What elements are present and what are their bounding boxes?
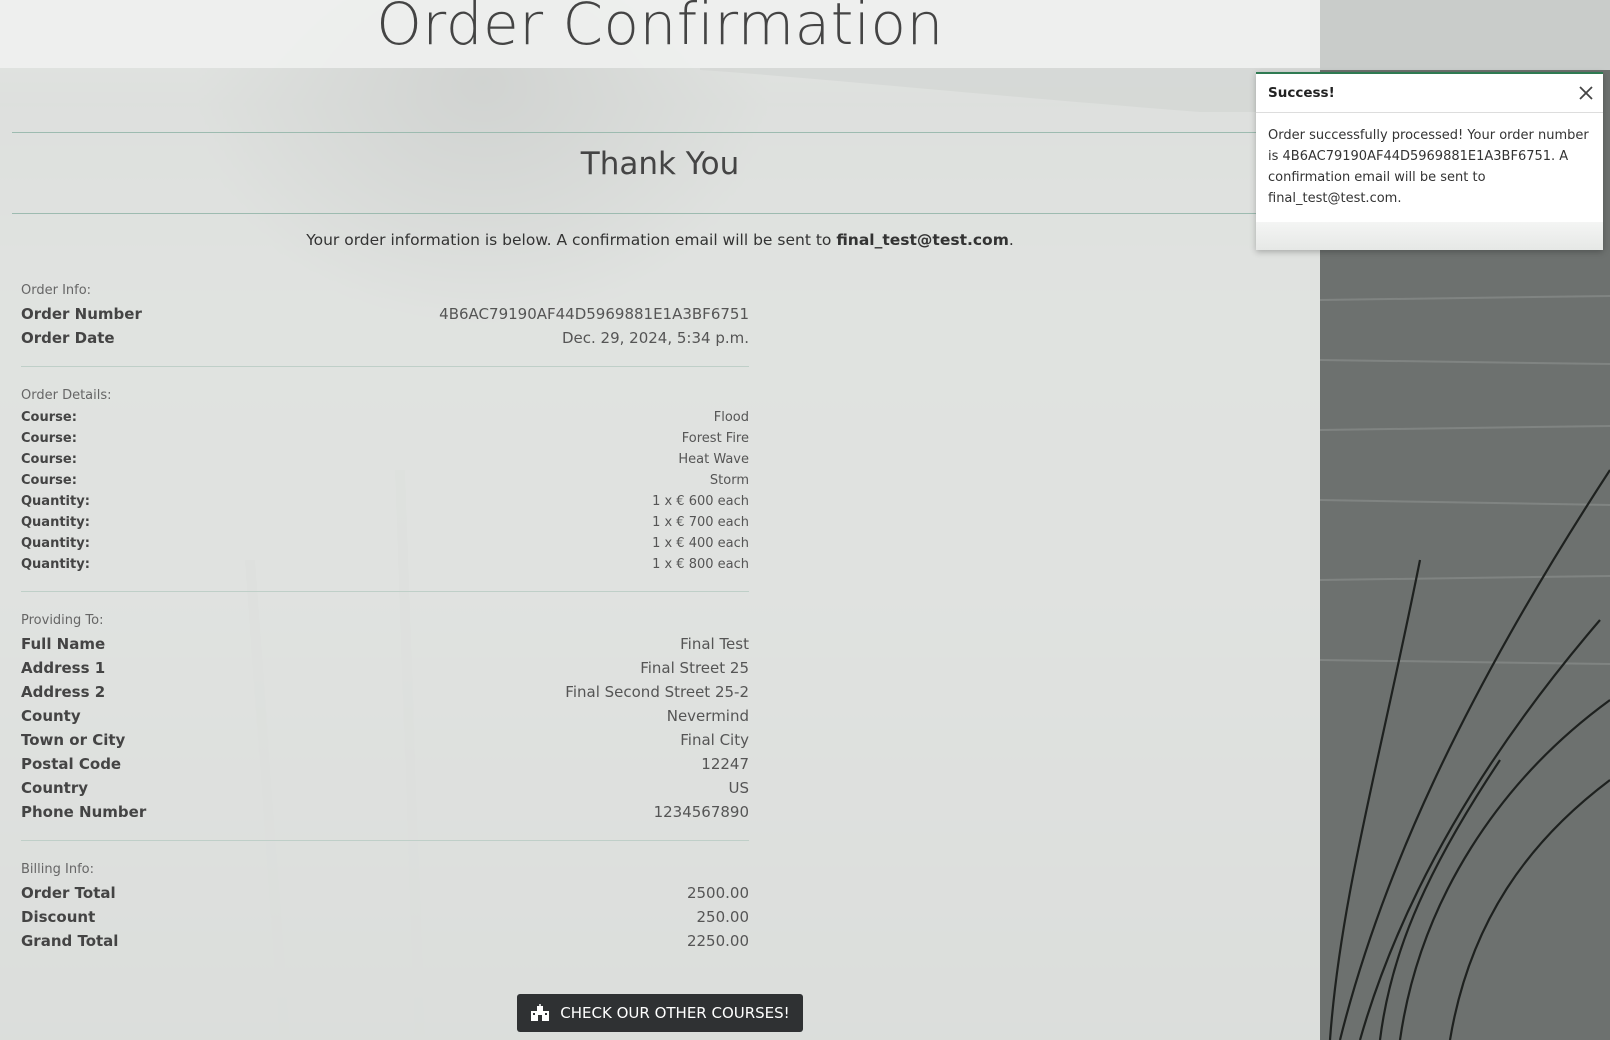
row-value: 1 x € 600 each	[652, 494, 749, 509]
order-detail-row: Quantity: 1 x € 600 each	[21, 494, 749, 516]
providing-row: Address 2 Final Second Street 25-2	[21, 683, 749, 705]
row-value: 1234567890	[653, 803, 749, 821]
intro-email: final_test@test.com	[836, 231, 1009, 249]
row-value: 1 x € 700 each	[652, 515, 749, 530]
row-key: Full Name	[21, 635, 106, 653]
toast-footer	[1256, 222, 1603, 250]
row-key: Course:	[21, 431, 77, 446]
order-detail-row: Quantity: 1 x € 800 each	[21, 557, 749, 579]
row-key: County	[21, 707, 81, 725]
row-key: Grand Total	[21, 932, 119, 950]
row-key: Address 2	[21, 683, 106, 701]
row-value: 4B6AC79190AF44D5969881E1A3BF6751	[439, 305, 749, 323]
row-value: Dec. 29, 2024, 5:34 p.m.	[561, 329, 749, 347]
row-value: 1 x € 800 each	[652, 557, 749, 572]
divider-below-heading	[12, 213, 1320, 214]
row-key: Postal Code	[21, 755, 122, 773]
row-value: 1 x € 400 each	[652, 536, 749, 551]
billing-row: Order Total 2500.00	[21, 884, 749, 906]
providing-row: County Nevermind	[21, 707, 749, 729]
providing-row: Country US	[21, 779, 749, 801]
order-detail-row: Quantity: 1 x € 700 each	[21, 515, 749, 537]
row-key: Order Total	[21, 884, 116, 902]
close-icon[interactable]	[1575, 82, 1597, 104]
order-info-label: Order Info:	[21, 283, 92, 298]
row-key: Phone Number	[21, 803, 147, 821]
row-key: Course:	[21, 410, 77, 425]
row-key: Town or City	[21, 731, 126, 749]
intro-prefix: Your order information is below. A confi…	[306, 231, 837, 249]
section-divider	[21, 840, 749, 841]
row-key: Quantity:	[21, 557, 90, 572]
order-detail-row: Course: Flood	[21, 410, 749, 432]
order-info-row: Order Number 4B6AC79190AF44D5969881E1A3B…	[21, 305, 749, 327]
order-details-label: Order Details:	[21, 388, 112, 403]
intro-text: Your order information is below. A confi…	[0, 231, 1320, 249]
row-value: Nevermind	[666, 707, 749, 725]
row-key: Course:	[21, 452, 77, 467]
billing-row: Discount 250.00	[21, 908, 749, 930]
row-key: Quantity:	[21, 515, 90, 530]
order-detail-row: Quantity: 1 x € 400 each	[21, 536, 749, 558]
row-value: Flood	[713, 410, 749, 425]
billing-row: Grand Total 2250.00	[21, 932, 749, 954]
row-value: 2500.00	[686, 884, 749, 902]
row-key: Address 1	[21, 659, 106, 677]
cta-label: CHECK OUR OTHER COURSES!	[560, 1004, 790, 1022]
row-key: Quantity:	[21, 494, 90, 509]
school-building-icon	[530, 1004, 550, 1022]
divider-top	[12, 132, 1320, 133]
row-value: Final City	[680, 731, 749, 749]
thank-you-heading: Thank You	[580, 146, 740, 182]
row-key: Course:	[21, 473, 77, 488]
row-key: Country	[21, 779, 89, 797]
section-divider	[21, 591, 749, 592]
row-key: Order Date	[21, 329, 115, 347]
billing-info-label: Billing Info:	[21, 862, 94, 877]
row-value: 2250.00	[686, 932, 749, 950]
row-value: Final Test	[680, 635, 749, 653]
row-value: Storm	[709, 473, 749, 488]
toast-title: Success!	[1268, 85, 1335, 101]
intro-suffix: .	[1008, 231, 1014, 249]
row-key: Discount	[21, 908, 96, 926]
providing-row: Address 1 Final Street 25	[21, 659, 749, 681]
providing-row: Town or City Final City	[21, 731, 749, 753]
toast-header: Success!	[1256, 74, 1603, 113]
row-key: Quantity:	[21, 536, 90, 551]
row-value: US	[728, 779, 749, 797]
check-other-courses-button[interactable]: CHECK OUR OTHER COURSES!	[517, 994, 803, 1032]
row-key: Order Number	[21, 305, 142, 323]
page-title: Order Confirmation	[376, 0, 944, 58]
providing-row: Phone Number 1234567890	[21, 803, 749, 825]
success-toast: Success! Order successfully processed! Y…	[1256, 72, 1603, 250]
row-value: 12247	[701, 755, 749, 773]
order-info-row: Order Date Dec. 29, 2024, 5:34 p.m.	[21, 329, 749, 351]
order-detail-row: Course: Forest Fire	[21, 431, 749, 453]
row-value: Final Second Street 25-2	[565, 683, 749, 701]
section-divider	[21, 366, 749, 367]
row-value: Final Street 25	[640, 659, 749, 677]
order-detail-row: Course: Heat Wave	[21, 452, 749, 474]
row-value: 250.00	[696, 908, 750, 926]
order-detail-row: Course: Storm	[21, 473, 749, 495]
providing-row: Postal Code 12247	[21, 755, 749, 777]
providing-to-label: Providing To:	[21, 613, 104, 628]
row-value: Forest Fire	[681, 431, 749, 446]
toast-message: Order successfully processed! Your order…	[1268, 128, 1589, 206]
row-value: Heat Wave	[678, 452, 749, 467]
providing-row: Full Name Final Test	[21, 635, 749, 657]
